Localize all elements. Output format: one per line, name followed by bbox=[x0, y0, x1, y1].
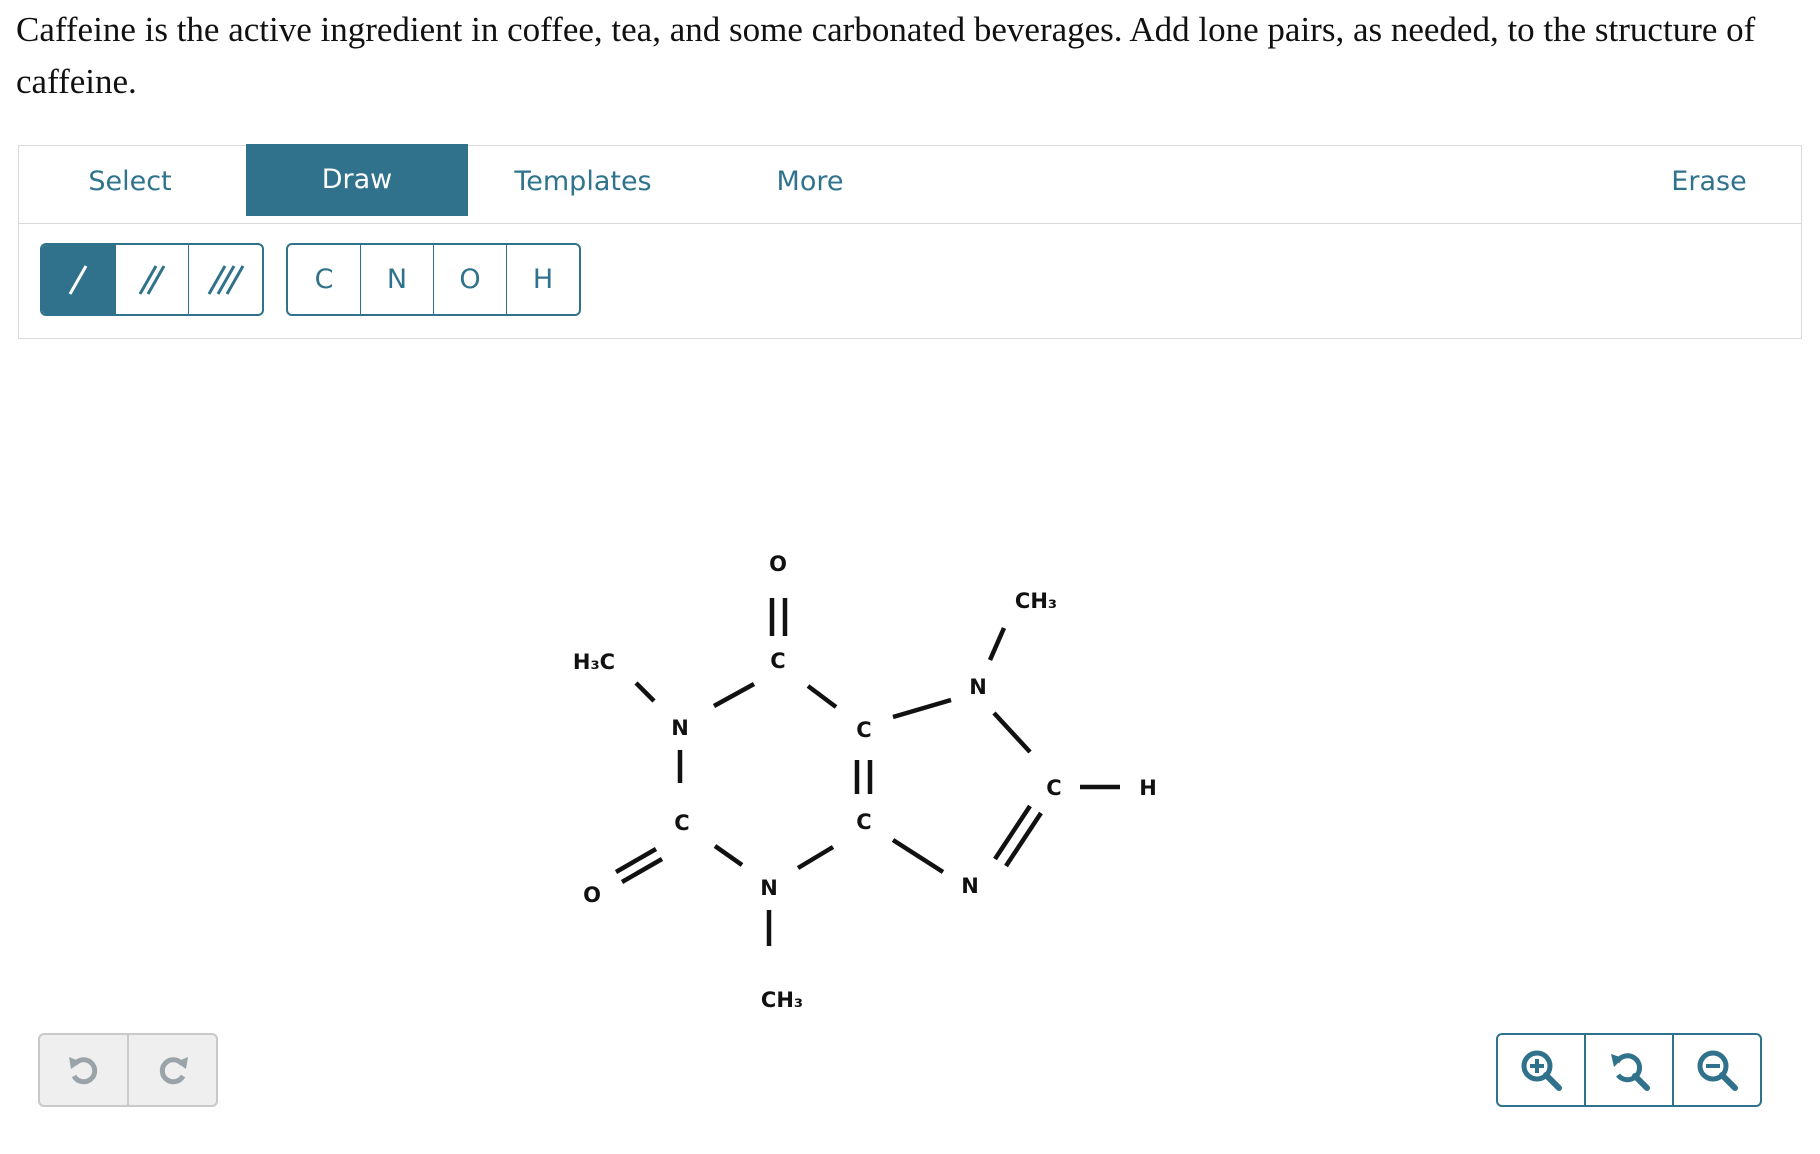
single-bond-button[interactable] bbox=[42, 245, 116, 314]
atom-h-button[interactable]: H bbox=[507, 245, 579, 314]
bond-n-right-bottom-cfused bbox=[891, 838, 945, 874]
zoom-in-icon bbox=[1521, 1050, 1562, 1091]
atom-h3c-left: H₃C bbox=[573, 650, 615, 674]
atom-o-button[interactable]: O bbox=[434, 245, 507, 314]
bond-c-o-left-2 bbox=[620, 857, 664, 884]
atom-n-bottom: N bbox=[760, 876, 778, 900]
editor-tabbar: Select Draw Templates More Erase bbox=[19, 144, 1801, 224]
atom-tool-group: C N O H bbox=[286, 243, 581, 316]
zoom-reset-icon bbox=[1611, 1053, 1650, 1091]
bond-c-top-cfused bbox=[806, 684, 838, 709]
bond-n-bottom-cfused bbox=[796, 845, 835, 870]
redo-button[interactable] bbox=[129, 1035, 216, 1105]
atom-c-left: C bbox=[674, 811, 689, 835]
zoom-in-button[interactable] bbox=[1498, 1035, 1586, 1105]
bond-c-o-left-1 bbox=[614, 847, 658, 874]
atom-c-fused-bottom: C bbox=[856, 810, 871, 834]
undo-icon bbox=[68, 1057, 97, 1085]
bond-n-c-right bbox=[992, 711, 1032, 754]
atom-n-right-top: N bbox=[969, 675, 987, 699]
atom-o-left: O bbox=[583, 883, 601, 907]
zoom-controls bbox=[1496, 1033, 1762, 1107]
bond-tool-group bbox=[40, 243, 264, 316]
bond-h3c-n bbox=[634, 681, 656, 703]
tab-templates[interactable]: Templates bbox=[472, 146, 694, 218]
tab-select[interactable]: Select bbox=[19, 146, 241, 218]
atom-c-right: C bbox=[1046, 776, 1061, 800]
double-bond-icon bbox=[138, 264, 166, 295]
undo-button[interactable] bbox=[40, 1035, 129, 1105]
atom-c-button[interactable]: C bbox=[288, 245, 361, 314]
atom-c-fused-top: C bbox=[856, 718, 871, 742]
atom-c-carbonyl-top: C bbox=[770, 649, 785, 673]
bond-n-c-top bbox=[712, 682, 756, 708]
bond-c-n-right-bottom-1 bbox=[993, 804, 1032, 861]
redo-icon bbox=[159, 1057, 188, 1085]
bond-n-ch3-right bbox=[987, 627, 1007, 661]
tab-erase[interactable]: Erase bbox=[1619, 146, 1799, 218]
atom-o-top: O bbox=[769, 552, 787, 576]
atom-ch3-right: CH₃ bbox=[1015, 589, 1057, 613]
double-bond-button[interactable] bbox=[116, 245, 190, 314]
tab-more[interactable]: More bbox=[699, 146, 921, 218]
atom-n-left: N bbox=[671, 716, 689, 740]
triple-bond-icon bbox=[207, 264, 244, 295]
zoom-out-icon bbox=[1697, 1050, 1738, 1091]
bond-c-n-right-bottom-2 bbox=[1004, 811, 1043, 868]
triple-bond-button[interactable] bbox=[189, 245, 262, 314]
history-controls bbox=[38, 1033, 218, 1107]
bond-cfused-n-right bbox=[892, 697, 952, 720]
bond-c-left-n-bottom bbox=[713, 844, 744, 867]
tab-draw[interactable]: Draw bbox=[246, 144, 468, 216]
atom-ch3-bottom: CH₃ bbox=[761, 988, 803, 1012]
atom-n-right-bottom: N bbox=[961, 874, 979, 898]
zoom-out-button[interactable] bbox=[1674, 1035, 1760, 1105]
single-bond-icon bbox=[69, 264, 88, 295]
drawing-canvas[interactable]: O C H₃C N C O N CH₃ C C N CH₃ C H N bbox=[0, 345, 1820, 1045]
structure-editor: Select Draw Templates More Erase C N O H bbox=[18, 144, 1802, 339]
atom-h-right: H bbox=[1139, 776, 1157, 800]
question-text: Caffeine is the active ingredient in cof… bbox=[16, 10, 1756, 101]
atom-n-button[interactable]: N bbox=[361, 245, 434, 314]
zoom-reset-button[interactable] bbox=[1586, 1035, 1674, 1105]
